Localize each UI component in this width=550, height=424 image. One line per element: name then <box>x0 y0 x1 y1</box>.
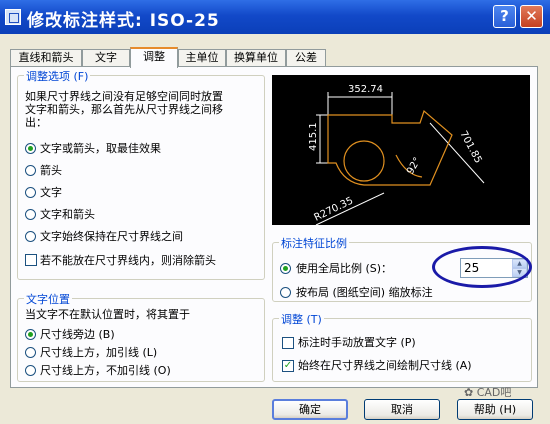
fit-label-best-fit: 文字或箭头，取最佳效果 <box>40 142 161 155</box>
fit-label-text: 文字 <box>40 186 62 199</box>
placement-radio-beside[interactable] <box>25 329 36 340</box>
scale-radio-overall[interactable] <box>280 263 291 274</box>
tab-lines-arrows[interactable]: 直线和箭头 <box>10 49 82 66</box>
fit-radio-keep-text-inside[interactable] <box>25 231 36 242</box>
placement-label-over-leader: 尺寸线上方，加引线 (L) <box>40 346 158 359</box>
fit-description-line-3: 出： <box>25 116 47 129</box>
tab-tolerances[interactable]: 公差 <box>286 49 326 66</box>
preview-dim-701: 701.85 <box>457 129 483 165</box>
text-placement-description: 当文字不在默认位置时，将其置于 <box>25 308 190 321</box>
placement-radio-over-leader[interactable] <box>25 347 36 358</box>
fit-label-text-and-arrows: 文字和箭头 <box>40 208 95 221</box>
scale-legend: 标注特征比例 <box>279 235 349 251</box>
scale-label-overall: 使用全局比例 (S)： <box>296 262 393 275</box>
help-button[interactable]: 帮助 (H) <box>457 399 533 420</box>
preview-drawing: 352.74 415.1 701.85 92° R270.35 <box>308 84 485 226</box>
close-button[interactable]: ✕ <box>520 5 543 28</box>
app-icon <box>5 9 21 25</box>
title-bar: 修改标注样式: ISO-25 ? ✕ <box>0 0 550 34</box>
fit-radio-best-fit[interactable] <box>25 143 36 154</box>
fit-radio-text-and-arrows[interactable] <box>25 209 36 220</box>
always-draw-dimline-label: 始终在尺寸界线之间绘制尺寸线 (A) <box>298 359 472 372</box>
placement-radio-over-no-leader[interactable] <box>25 365 36 376</box>
ok-button[interactable]: 确定 <box>272 399 348 420</box>
preview-dim-352: 352.74 <box>348 84 383 95</box>
placement-label-beside: 尺寸线旁边 (B) <box>40 328 115 341</box>
fit-radio-arrows[interactable] <box>25 165 36 176</box>
watermark: ✿ CAD吧 <box>464 386 512 399</box>
finetune-group: 调整 (T) <box>272 311 532 382</box>
fit-label-keep-text-inside: 文字始终保持在尺寸界线之间 <box>40 230 183 243</box>
placement-label-over-no-leader: 尺寸线上方，不加引线 (O) <box>40 364 171 377</box>
cancel-button[interactable]: 取消 <box>364 399 440 420</box>
text-placement-legend: 文字位置 <box>24 291 72 307</box>
scale-label-layout: 按布局 (图纸空间) 缩放标注 <box>296 286 433 299</box>
suppress-arrows-label: 若不能放在尺寸界线内，则消除箭头 <box>40 254 216 267</box>
fit-options-legend: 调整选项 (F) <box>24 68 91 84</box>
watermark-icon: ✿ <box>464 386 474 399</box>
manual-place-text-label: 标注时手动放置文字 (P) <box>298 336 416 349</box>
tab-text[interactable]: 文字 <box>82 49 130 66</box>
preview-dim-angle: 92° <box>405 156 423 177</box>
scale-radio-layout[interactable] <box>280 287 291 298</box>
preview-panel: 352.74 415.1 701.85 92° R270.35 <box>272 75 530 226</box>
preview-dim-415: 415.1 <box>308 122 319 151</box>
suppress-arrows-checkbox[interactable] <box>25 254 37 266</box>
fit-description-line-1: 如果尺寸界线之间没有足够空间同时放置 <box>25 90 223 103</box>
highlight-ellipse <box>432 246 532 288</box>
fit-radio-text[interactable] <box>25 187 36 198</box>
tab-alternate-units[interactable]: 换算单位 <box>226 49 286 66</box>
tab-primary-units[interactable]: 主单位 <box>178 49 226 66</box>
help-title-button[interactable]: ? <box>493 5 516 28</box>
fit-label-arrows: 箭头 <box>40 164 62 177</box>
fit-description-line-2: 文字和箭头，那么首先从尺寸界线之间移 <box>25 103 223 116</box>
manual-place-text-checkbox[interactable] <box>282 337 294 349</box>
finetune-legend: 调整 (T) <box>279 311 324 327</box>
always-draw-dimline-checkbox[interactable]: ✓ <box>282 360 294 372</box>
window-title: 修改标注样式: ISO-25 <box>27 11 220 31</box>
tab-fit[interactable]: 调整 <box>130 47 178 68</box>
